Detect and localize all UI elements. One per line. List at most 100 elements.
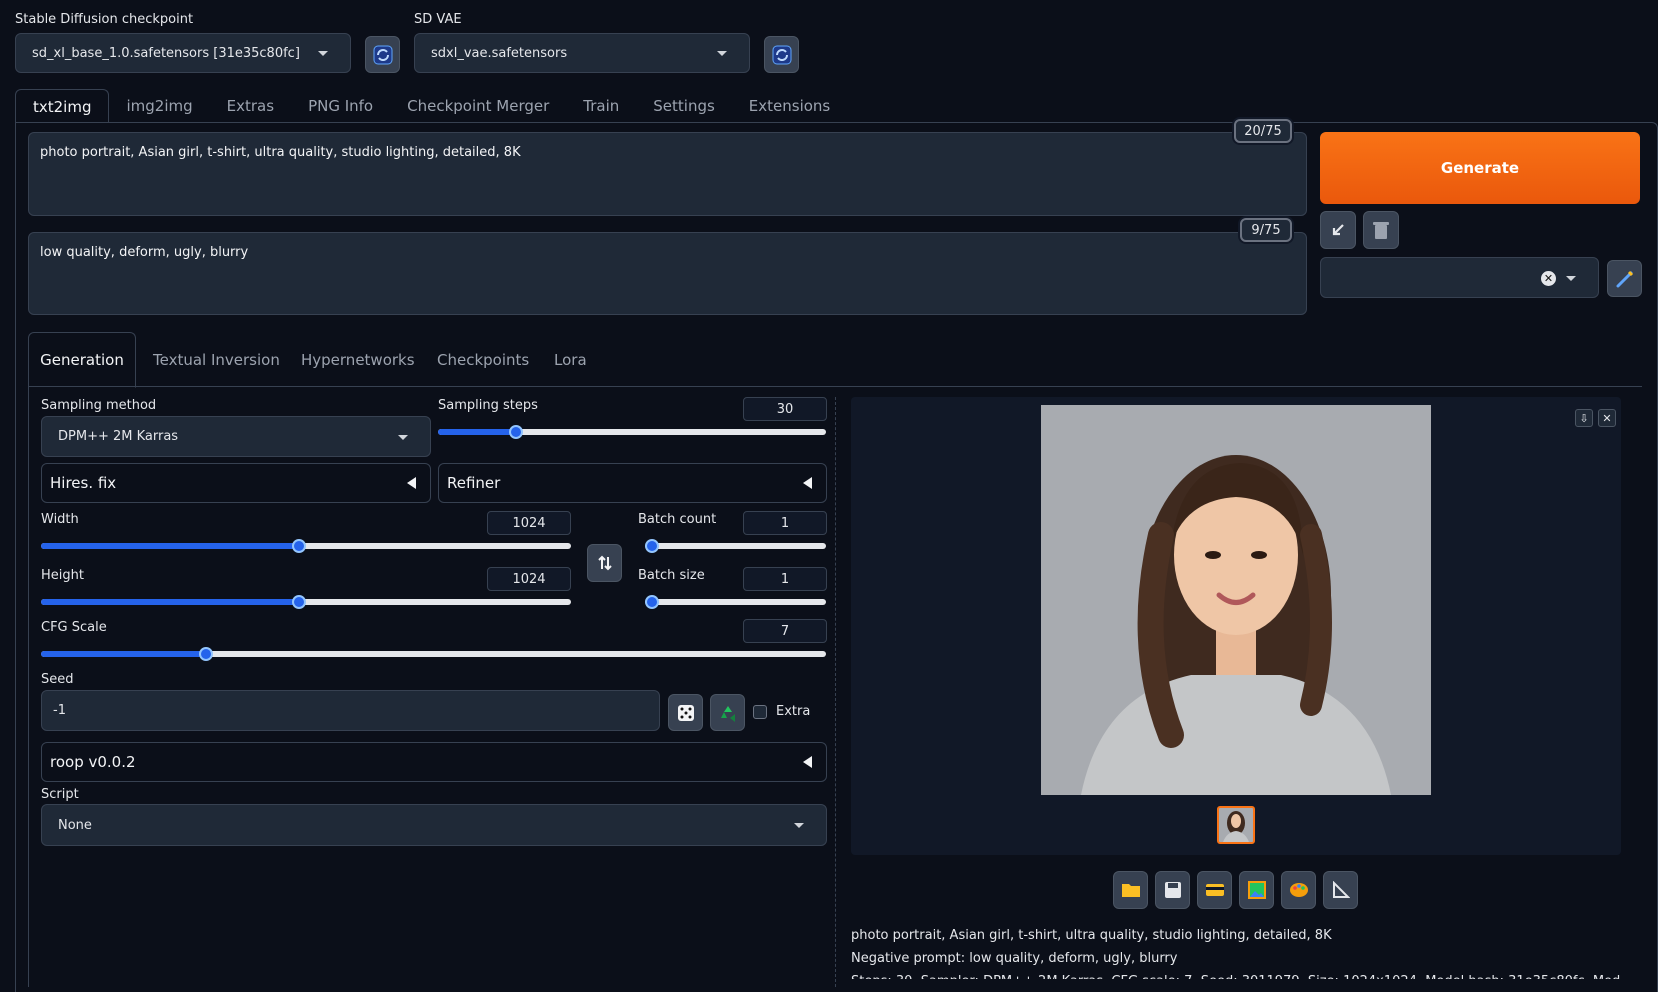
collapse-triangle-icon xyxy=(803,477,812,489)
tab-generation[interactable]: Generation xyxy=(28,332,136,388)
sub-tabs: Generation Textual Inversion Hypernetwor… xyxy=(28,332,1642,388)
extra-checkbox[interactable] xyxy=(753,705,767,719)
send-to-extras-button[interactable] xyxy=(1323,871,1358,909)
slider-handle[interactable] xyxy=(645,539,659,553)
dice-icon xyxy=(677,704,694,721)
refiner-accordion[interactable]: Refiner xyxy=(438,463,827,503)
batch-count-label: Batch count xyxy=(638,512,717,527)
script-select[interactable]: None xyxy=(41,804,827,846)
triangle-ruler-icon xyxy=(1332,881,1350,898)
folder-icon xyxy=(1121,884,1140,897)
styles-select[interactable]: ✕ xyxy=(1320,257,1599,298)
height-label: Height xyxy=(41,568,84,583)
batch-count-slider[interactable] xyxy=(645,539,826,553)
vae-select[interactable]: sdxl_vae.safetensors xyxy=(414,33,750,73)
swap-dimensions-button[interactable] xyxy=(587,544,622,582)
slider-handle[interactable] xyxy=(508,425,523,439)
vae-value: sdxl_vae.safetensors xyxy=(431,45,568,61)
slider-fill xyxy=(41,651,206,657)
vae-label: SD VAE xyxy=(414,12,462,27)
send-to-img2img-button[interactable] xyxy=(1239,871,1274,909)
seed-input[interactable]: -1 xyxy=(41,690,660,731)
slider-fill xyxy=(41,543,299,549)
roop-accordion[interactable]: roop v0.0.2 xyxy=(41,742,827,782)
tab-hypernetworks[interactable]: Hypernetworks xyxy=(301,332,415,387)
tab-checkpoint-merger[interactable]: Checkpoint Merger xyxy=(390,89,566,123)
negative-prompt-text: low quality, deform, ugly, blurry xyxy=(40,245,249,260)
collapse-triangle-icon xyxy=(407,477,416,489)
chevron-down-icon xyxy=(318,51,328,56)
tab-png-info[interactable]: PNG Info xyxy=(291,89,390,123)
picture-icon xyxy=(1247,881,1266,899)
batch-count-input[interactable]: 1 xyxy=(743,511,827,535)
reuse-seed-button[interactable] xyxy=(710,694,745,731)
sampling-method-select[interactable]: DPM++ 2M Karras xyxy=(41,416,431,457)
send-to-inpaint-button[interactable] xyxy=(1281,871,1316,909)
slider-handle[interactable] xyxy=(198,647,213,661)
tab-img2img[interactable]: img2img xyxy=(109,89,209,123)
tab-train[interactable]: Train xyxy=(566,89,636,123)
checkpoint-select[interactable]: sd_xl_base_1.0.safetensors [31e35c80fc] xyxy=(15,33,351,73)
collapse-triangle-icon xyxy=(803,756,812,768)
slider-handle[interactable] xyxy=(291,539,306,553)
brush-icon xyxy=(1616,270,1633,287)
seed-value: -1 xyxy=(53,703,66,718)
width-slider[interactable] xyxy=(41,539,571,553)
negative-prompt-textarea[interactable]: low quality, deform, ugly, blurry xyxy=(28,232,1307,315)
clear-icon[interactable]: ✕ xyxy=(1541,271,1556,286)
script-value: None xyxy=(58,817,92,833)
negative-token-counter: 9/75 xyxy=(1240,218,1292,242)
slider-handle[interactable] xyxy=(291,595,306,609)
prompt-textarea[interactable]: photo portrait, Asian girl, t-shirt, ult… xyxy=(28,132,1307,216)
cfg-scale-input[interactable]: 7 xyxy=(743,619,827,643)
info-negative-prompt: Negative prompt: low quality, deform, ug… xyxy=(851,951,1178,966)
prompt-token-counter: 20/75 xyxy=(1234,119,1292,143)
refresh-checkpoint-button[interactable] xyxy=(365,36,400,73)
gallery-thumbnail[interactable] xyxy=(1217,806,1255,844)
generated-image[interactable] xyxy=(1041,405,1431,795)
chevron-down-icon xyxy=(1566,275,1576,281)
tab-settings[interactable]: Settings xyxy=(636,89,732,123)
checkpoint-value: sd_xl_base_1.0.safetensors [31e35c80fc] xyxy=(32,45,300,61)
prompt-text: photo portrait, Asian girl, t-shirt, ult… xyxy=(40,145,521,160)
trash-icon xyxy=(1373,222,1389,239)
width-label: Width xyxy=(41,512,79,527)
close-gallery-button[interactable]: ✕ xyxy=(1598,409,1616,427)
sampling-steps-slider[interactable] xyxy=(438,425,826,439)
open-folder-button[interactable] xyxy=(1113,871,1148,909)
portrait-illustration xyxy=(1041,405,1431,795)
tab-lora[interactable]: Lora xyxy=(554,332,587,387)
tab-textual-inversion[interactable]: Textual Inversion xyxy=(153,332,280,387)
download-button[interactable]: ⇩ xyxy=(1575,409,1593,427)
column-divider xyxy=(835,397,836,987)
sampling-steps-input[interactable]: 30 xyxy=(743,397,827,421)
edit-styles-button[interactable] xyxy=(1607,260,1642,297)
batch-size-input[interactable]: 1 xyxy=(743,567,827,591)
random-seed-button[interactable] xyxy=(668,694,703,731)
main-tabs: txt2img img2img Extras PNG Info Checkpoi… xyxy=(15,89,847,123)
tab-extras[interactable]: Extras xyxy=(210,89,291,123)
generate-button[interactable]: Generate xyxy=(1320,132,1640,204)
tab-checkpoints[interactable]: Checkpoints xyxy=(437,332,529,387)
arrow-down-left-icon xyxy=(1332,224,1344,236)
save-button[interactable] xyxy=(1155,871,1190,909)
script-label: Script xyxy=(41,787,79,802)
hires-fix-accordion[interactable]: Hires. fix xyxy=(41,463,431,503)
generation-panel-border xyxy=(28,387,29,987)
height-input[interactable]: 1024 xyxy=(487,567,571,591)
batch-size-slider[interactable] xyxy=(645,595,826,609)
refresh-vae-button[interactable] xyxy=(764,36,799,73)
info-prompt: photo portrait, Asian girl, t-shirt, ult… xyxy=(851,928,1332,943)
clear-prompt-button[interactable] xyxy=(1363,211,1399,249)
read-params-button[interactable] xyxy=(1320,211,1356,249)
slider-handle[interactable] xyxy=(645,595,659,609)
output-gallery: ⇩ ✕ xyxy=(851,397,1621,855)
zip-button[interactable] xyxy=(1197,871,1232,909)
slider-fill xyxy=(438,429,516,435)
tab-extensions[interactable]: Extensions xyxy=(732,89,847,123)
width-input[interactable]: 1024 xyxy=(487,511,571,535)
tab-txt2img[interactable]: txt2img xyxy=(15,89,110,123)
height-slider[interactable] xyxy=(41,595,571,609)
recycle-icon xyxy=(720,705,735,722)
cfg-scale-slider[interactable] xyxy=(41,647,826,661)
